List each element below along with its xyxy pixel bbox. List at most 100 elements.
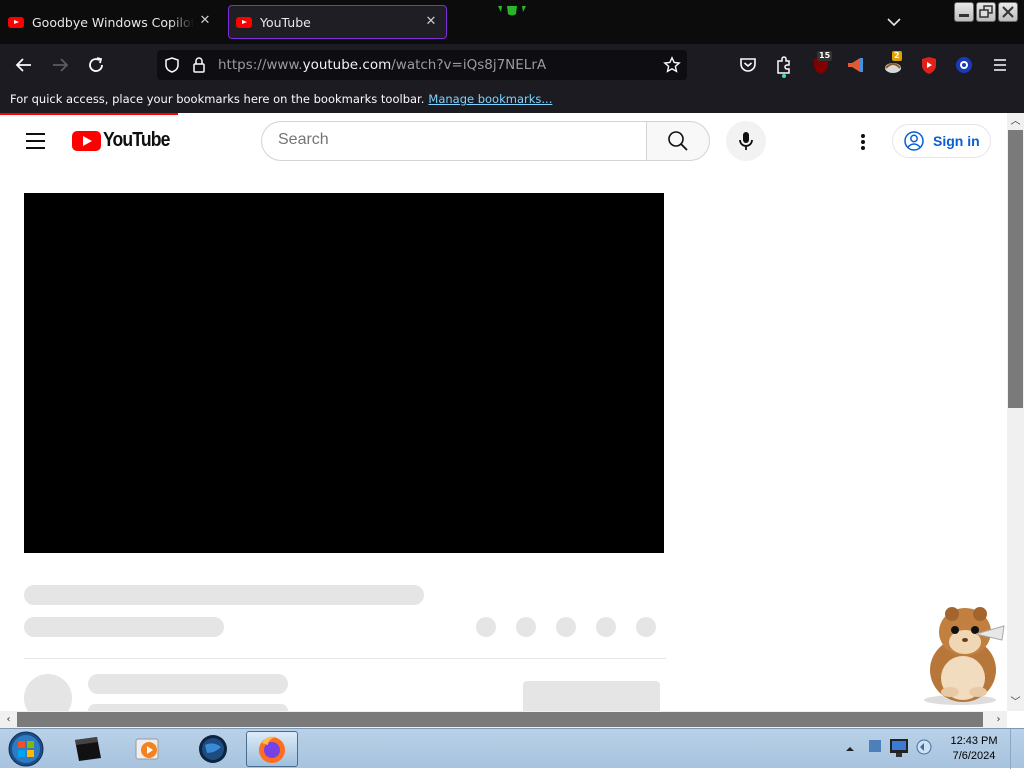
youtube-favicon-icon [236,16,252,28]
restore-button[interactable] [976,2,996,22]
reload-icon [89,57,103,72]
clock-date: 7/6/2024 [952,750,996,762]
close-tab-icon[interactable]: ✕ [424,15,438,29]
youtube-extension-icon[interactable] [918,54,940,76]
horizontal-scrollbar[interactable]: ‹ › [0,711,1007,728]
youtube-play-logo-icon [72,130,101,151]
green-drop-icon [498,6,526,16]
forward-arrow-icon [53,58,69,72]
microphone-icon [739,132,753,150]
network-icon[interactable] [888,735,910,759]
blue-circle-extension-icon[interactable] [953,54,975,76]
volume-icon[interactable] [914,737,934,757]
taskbar-clock[interactable]: 12:43 PM 7/6/2024 [942,734,1006,766]
title-placeholder [24,585,424,605]
tab-goodbye-copilot[interactable]: Goodbye Windows Copilot (Ap ✕ [8,5,220,39]
ublock-badge: 15 [817,51,833,61]
url-text[interactable]: https://www.youtube.com/watch?v=iQs8j7NE… [218,57,546,73]
windows-taskbar: 12:43 PM 7/6/2024 [0,728,1024,769]
account-circle-icon [904,131,924,151]
action-center-flag-icon[interactable] [866,737,884,755]
minimize-icon [959,14,969,17]
list-all-tabs-chevron-icon[interactable] [884,12,904,32]
tab-title: YouTube [260,14,311,30]
horizontal-scroll-thumb[interactable] [17,712,983,727]
megaphone-extension-icon[interactable] [845,54,867,76]
voice-search-button[interactable] [726,121,766,161]
search-input[interactable] [278,131,628,149]
bookmarks-message: For quick access, place your bookmarks h… [10,92,425,106]
sign-in-button[interactable]: Sign in [892,124,991,158]
action-placeholder-dot [516,617,536,637]
tab-strip: Goodbye Windows Copilot (Ap ✕ YouTube ✕ [0,0,1024,44]
back-button[interactable] [11,52,37,78]
avatar-placeholder [24,674,72,711]
scroll-right-arrow-icon[interactable]: › [990,711,1007,728]
url-prefix: https://www. [218,57,303,73]
settings-more-button[interactable] [853,131,873,153]
reload-button[interactable] [83,52,109,78]
restore-icon [979,5,993,18]
close-window-button[interactable] [998,2,1018,22]
close-tab-icon[interactable]: ✕ [198,14,212,28]
action-placeholder-dot [596,617,616,637]
taskbar-firefox-app[interactable] [246,731,298,767]
taskbar-media-app[interactable] [64,731,112,767]
url-path: /watch?v=iQs8j7NELrA [391,57,547,73]
channel-subs-placeholder [88,704,288,711]
ublock-extension-button[interactable]: 15 [810,51,833,76]
youtube-favicon-icon [8,16,24,28]
tracking-protection-shield-icon[interactable] [163,56,181,74]
guide-menu-button[interactable] [26,133,46,149]
hamster-extension-button[interactable]: 2 [882,51,904,76]
start-button[interactable] [6,730,46,768]
minimize-button[interactable] [954,2,974,22]
update-dot-icon [782,74,786,78]
pocket-icon[interactable] [737,54,759,76]
youtube-logo-text: YouTube [103,129,170,151]
taskbar-vlc-app[interactable] [124,731,172,767]
action-placeholder-dot [636,617,656,637]
vlc-icon [135,738,159,760]
clock-time: 12:43 PM [950,735,998,747]
navigation-toolbar: https://www.youtube.com/watch?v=iQs8j7NE… [0,44,1024,86]
search-box[interactable] [261,121,647,161]
back-arrow-icon [15,58,31,72]
scroll-up-arrow-icon[interactable]: ︿ [1007,113,1024,130]
url-domain: youtube.com [302,57,392,73]
youtube-logo[interactable]: YouTube [72,129,179,152]
youtube-page: YouTube Sign in [0,115,1007,711]
forward-button[interactable] [47,52,73,78]
hamster-pet-icon[interactable] [918,600,1010,708]
close-icon [1002,6,1014,18]
tab-title: Goodbye Windows Copilot (Ap [32,14,194,30]
subtitle-placeholder [24,617,224,637]
hamster-badge: 2 [892,51,902,61]
address-bar[interactable]: https://www.youtube.com/watch?v=iQs8j7NE… [157,50,687,80]
extensions-button[interactable] [773,54,795,78]
sign-in-label: Sign in [933,133,980,149]
video-player[interactable] [24,193,664,553]
firefox-icon [259,736,285,763]
tab-youtube[interactable]: YouTube ✕ [228,5,447,39]
lock-icon[interactable] [191,56,207,74]
globe-icon [199,735,227,763]
puzzle-piece-icon [777,56,790,74]
hamburger-menu-icon[interactable] [989,54,1011,76]
divider [24,658,666,659]
bookmarks-hint: For quick access, place your bookmarks h… [10,92,552,106]
bookmark-star-icon[interactable] [663,56,681,74]
manage-bookmarks-link[interactable]: Manage bookmarks... [428,92,552,106]
windows-start-orb-icon [8,731,44,767]
taskbar-globe-app[interactable] [189,731,237,767]
vertical-scroll-thumb[interactable] [1008,130,1023,408]
channel-name-placeholder [88,674,288,694]
search-button[interactable] [646,121,710,161]
show-desktop-button[interactable] [1010,729,1024,769]
media-icon [75,737,101,761]
action-placeholder-dot [476,617,496,637]
show-hidden-icons-chevron-icon[interactable] [844,743,856,755]
search-icon [668,131,688,151]
scroll-left-arrow-icon[interactable]: ‹ [0,711,17,728]
bookmarks-toolbar: For quick access, place your bookmarks h… [0,86,1024,113]
